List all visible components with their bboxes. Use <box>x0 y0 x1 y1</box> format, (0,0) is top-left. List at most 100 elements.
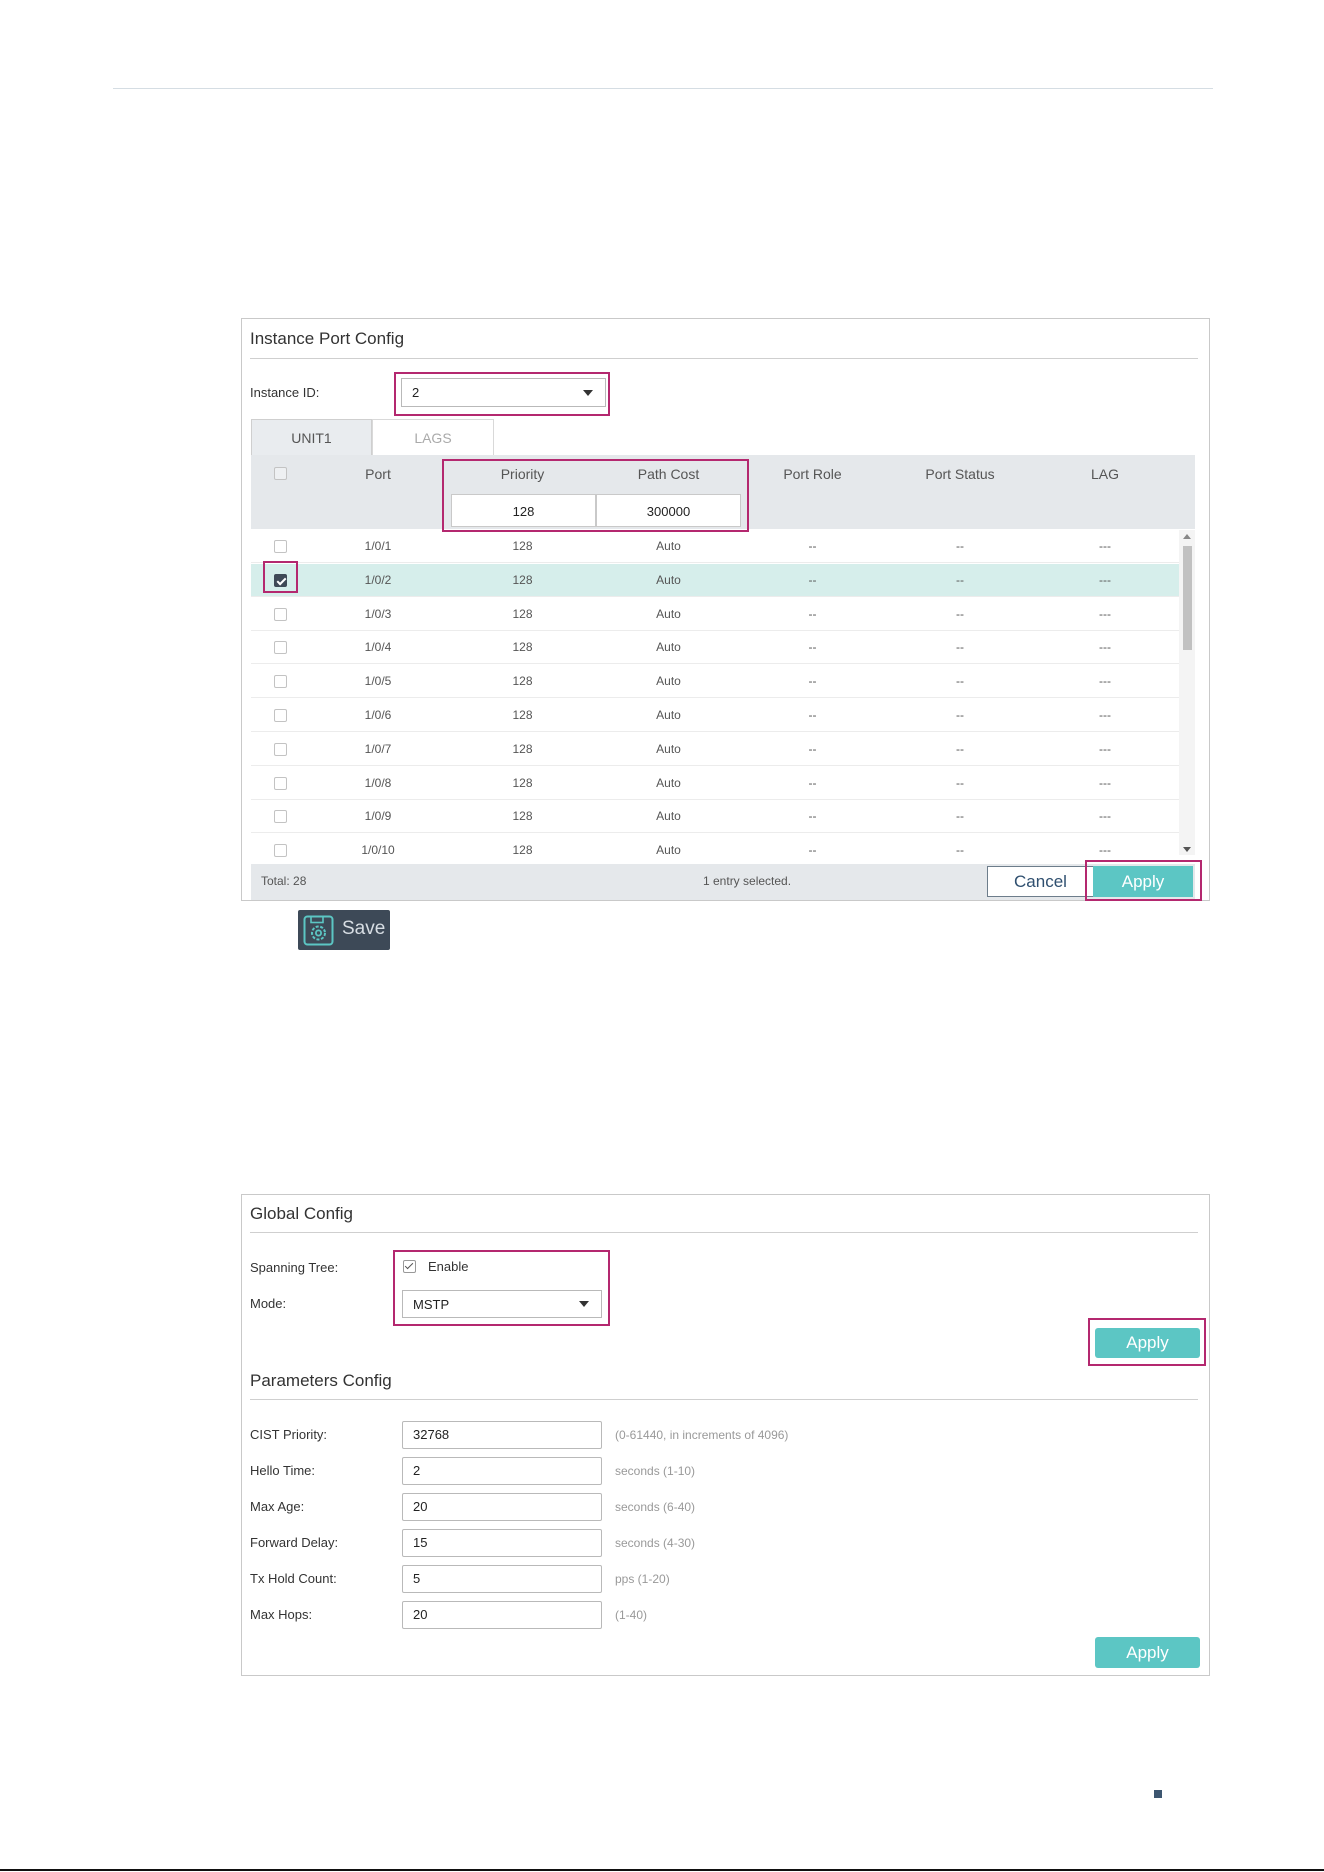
table-row[interactable]: 1/0/6 128 Auto -- -- --- <box>251 699 1179 732</box>
cell-path-cost: Auto <box>656 539 681 553</box>
cell-role: -- <box>808 674 817 689</box>
param-input[interactable]: 2 <box>402 1457 602 1485</box>
column-header-port-status: Port Status <box>925 466 995 482</box>
param-label: Max Age: <box>250 1499 305 1514</box>
param-input[interactable]: 20 <box>402 1493 602 1521</box>
cell-port: 1/0/2 <box>364 572 392 587</box>
cell-lag: --- <box>1099 741 1111 756</box>
cell-priority: 128 <box>512 809 533 824</box>
row-checkbox[interactable] <box>274 776 287 790</box>
scroll-down-icon[interactable] <box>1183 847 1191 852</box>
cell-status: -- <box>956 741 964 756</box>
column-header-lag: LAG <box>1090 466 1119 482</box>
table-row[interactable]: 1/0/9 128 Auto -- -- --- <box>251 800 1179 834</box>
row-checkbox[interactable] <box>274 709 287 722</box>
cell-path-cost: Auto <box>656 640 681 655</box>
cell-lag: --- <box>1099 674 1111 689</box>
parameters-config-divider <box>250 1399 1198 1400</box>
save-button[interactable]: Save <box>298 910 390 950</box>
cell-priority: 128 <box>512 741 533 756</box>
cell-lag: --- <box>1099 606 1111 621</box>
cell-port: 1/0/1 <box>364 539 392 553</box>
cell-path-cost: Auto <box>656 572 681 587</box>
cell-status: -- <box>956 674 964 689</box>
cell-lag: --- <box>1099 708 1111 722</box>
table-row[interactable]: 1/0/5 128 Auto -- -- --- <box>251 665 1179 699</box>
scroll-up-icon[interactable] <box>1183 534 1191 539</box>
cell-path-cost: Auto <box>656 775 681 790</box>
row-checkbox[interactable] <box>274 607 287 621</box>
row-checkbox[interactable] <box>274 641 287 655</box>
cell-path-cost: Auto <box>656 741 681 756</box>
table-row[interactable]: 1/0/7 128 Auto -- -- --- <box>251 733 1179 766</box>
table-scrollbar[interactable] <box>1179 530 1195 855</box>
row-checkbox[interactable] <box>274 675 287 689</box>
cell-priority: 128 <box>512 572 533 587</box>
param-label: Hello Time: <box>250 1463 316 1478</box>
table-row[interactable]: 1/0/10 128 Auto -- -- --- <box>251 834 1179 868</box>
spanning-tree-label: Spanning Tree: <box>250 1260 339 1275</box>
row-checkbox[interactable] <box>274 742 287 756</box>
param-hint: seconds (1-10) <box>615 1464 696 1478</box>
top-divider <box>113 88 1213 89</box>
cell-path-cost: Auto <box>656 809 681 824</box>
cell-status: -- <box>956 809 964 824</box>
table-row[interactable]: 1/0/4 128 Auto -- -- --- <box>251 631 1179 665</box>
cell-port: 1/0/8 <box>364 775 392 790</box>
save-gear-icon <box>303 915 334 946</box>
table-row[interactable]: 1/0/8 128 Auto -- -- --- <box>251 767 1179 800</box>
param-hint: pps (1-20) <box>615 1572 670 1586</box>
cell-status: -- <box>956 640 964 655</box>
row-checkbox[interactable] <box>274 844 287 858</box>
cell-priority: 128 <box>512 775 533 790</box>
select-all-checkbox[interactable] <box>274 467 287 480</box>
parameters-apply-button[interactable]: Apply <box>1095 1637 1200 1668</box>
param-hint: (1-40) <box>615 1608 648 1622</box>
cell-path-cost: Auto <box>656 843 681 858</box>
scroll-thumb[interactable] <box>1183 546 1192 650</box>
param-label: Forward Delay: <box>250 1535 339 1550</box>
cell-role: -- <box>808 606 817 621</box>
cell-status: -- <box>956 539 964 553</box>
selection-status: 1 entry selected. <box>703 874 792 888</box>
cancel-button[interactable]: Cancel <box>987 866 1094 897</box>
cell-role: -- <box>808 572 817 587</box>
row-checkbox[interactable] <box>274 810 287 824</box>
row-checkbox[interactable] <box>274 540 287 553</box>
param-hint: seconds (4-30) <box>615 1536 696 1550</box>
cell-path-cost: Auto <box>656 606 681 621</box>
page-marker <box>1154 1790 1162 1798</box>
table-row[interactable]: 1/0/3 128 Auto -- -- --- <box>251 598 1179 631</box>
param-hint: seconds (6-40) <box>615 1500 696 1514</box>
cell-path-cost: Auto <box>656 674 681 689</box>
cell-role: -- <box>808 809 817 824</box>
cell-role: -- <box>808 539 817 553</box>
tab-unit1[interactable]: UNIT1 <box>251 419 372 455</box>
tab-lags[interactable]: LAGS <box>372 419 494 455</box>
table-row[interactable]: 1/0/2 128 Auto -- -- --- <box>251 563 1179 597</box>
cell-priority: 128 <box>512 539 533 553</box>
priority-pathcost-highlight <box>442 459 749 532</box>
bottom-divider <box>0 1869 1324 1871</box>
cell-status: -- <box>956 572 964 587</box>
panel-title-divider <box>250 358 1198 359</box>
parameters-config-title: Parameters Config <box>250 1371 392 1390</box>
cell-port: 1/0/9 <box>364 809 392 824</box>
cell-lag: --- <box>1099 775 1111 790</box>
param-input[interactable]: 15 <box>402 1529 602 1557</box>
row-checkbox-highlight <box>263 561 298 593</box>
cell-role: -- <box>808 708 817 722</box>
cell-role: -- <box>808 741 817 756</box>
table-row[interactable]: 1/0/1 128 Auto -- -- --- <box>251 530 1179 563</box>
param-input[interactable]: 32768 <box>402 1421 602 1449</box>
param-label: CIST Priority: <box>250 1427 328 1442</box>
tab-label: UNIT1 <box>291 430 332 446</box>
param-input[interactable]: 5 <box>402 1565 602 1593</box>
cell-port: 1/0/4 <box>364 640 392 655</box>
instance-id-highlight <box>394 372 610 416</box>
column-header-port: Port <box>365 466 391 482</box>
global-config-title: Global Config <box>250 1204 354 1223</box>
param-input[interactable]: 20 <box>402 1601 602 1629</box>
cell-port: 1/0/7 <box>364 741 392 756</box>
cell-lag: --- <box>1099 539 1111 553</box>
